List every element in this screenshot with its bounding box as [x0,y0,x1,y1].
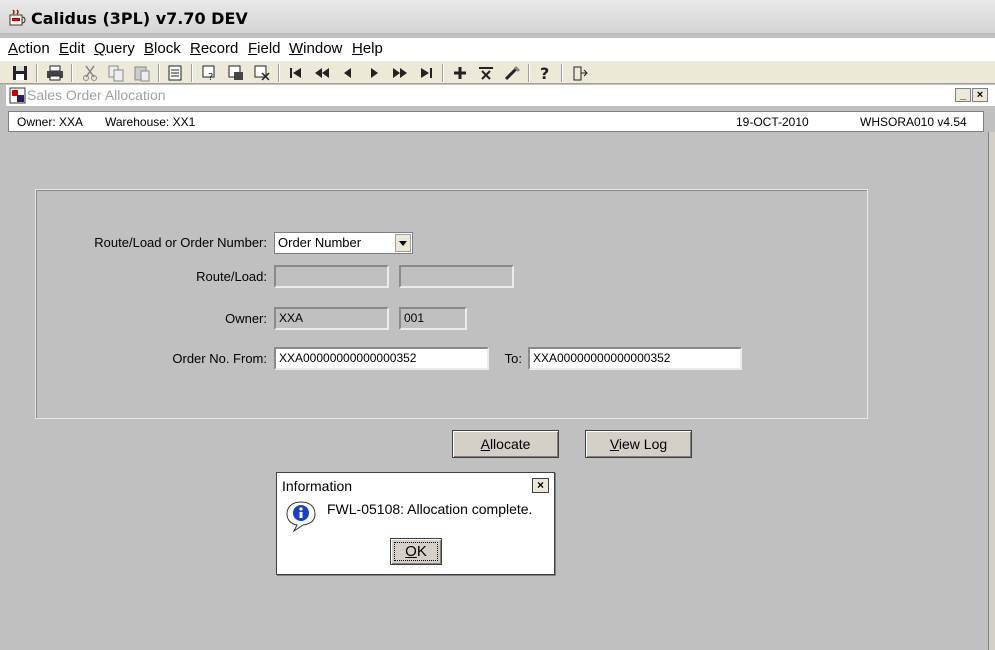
svg-text:?: ? [208,72,213,83]
previous-record-icon[interactable] [338,63,358,83]
chevron-down-icon[interactable] [395,234,411,252]
next-block-icon[interactable] [390,63,410,83]
minimize-button[interactable]: _ [955,88,971,102]
route-load-field-2[interactable] [399,265,514,288]
view-log-button[interactable]: View Log [585,430,692,458]
form-icon [9,87,26,104]
menu-action[interactable]: Action [8,40,50,57]
header-form-id: WHSORA010 v4.54 [860,115,967,129]
route-load-field[interactable] [274,265,389,288]
vertical-scrollbar[interactable] [988,132,995,650]
clear-record-icon[interactable] [502,63,522,83]
first-record-icon[interactable] [286,63,306,83]
ok-button[interactable]: OK [390,538,442,565]
paste-icon[interactable] [132,63,152,83]
svg-text:?: ? [540,64,549,83]
info-icon [285,500,317,533]
header-owner: Owner: XXA [17,115,84,129]
menu-bar: Action Edit Query Block Record Field Win… [0,38,995,60]
order-from-label: Order No. From: [172,351,267,366]
exit-icon[interactable] [570,63,590,83]
allocate-button[interactable]: Allocate [452,430,559,458]
app-icon [8,9,26,27]
menu-block[interactable]: Block [144,40,181,57]
dialog-title: Information [282,478,353,494]
owner-field[interactable]: XXA [274,307,389,330]
owner-label: Owner: [225,311,267,326]
query-execute-icon[interactable] [226,63,246,83]
copy-icon[interactable] [106,63,126,83]
last-record-icon[interactable] [416,63,436,83]
information-dialog: Information × FWL-05108: Allocation comp… [276,472,555,575]
form-window-titlebar: Sales Order Allocation _ × [6,85,995,106]
order-to-label: To: [504,351,522,366]
form-window-title: Sales Order Allocation [27,87,166,103]
save-icon[interactable] [10,63,30,83]
window-title: Calidus (3PL) v7.70 DEV [31,9,248,28]
route-or-order-select[interactable]: Order Number [274,232,413,254]
list-icon[interactable] [165,63,185,83]
route-or-order-value: Order Number [278,235,362,250]
cut-icon[interactable] [80,63,100,83]
query-enter-icon[interactable]: ? [200,63,220,83]
header-warehouse: Warehouse: XX1 [105,115,196,129]
menu-help[interactable]: Help [352,40,383,57]
menu-query[interactable]: Query [94,40,135,57]
print-icon[interactable] [45,63,65,83]
toolbar: ? ? [0,60,995,84]
dialog-close-button[interactable]: × [532,478,549,493]
header-info-strip: Owner: XXA Warehouse: XX1 19-OCT-2010 WH… [8,111,984,132]
query-cancel-icon[interactable] [252,63,272,83]
dialog-message: FWL-05108: Allocation complete. [327,501,533,517]
route-load-label: Route/Load: [196,269,267,284]
menu-edit[interactable]: Edit [59,40,85,57]
allocation-form-panel [35,189,868,419]
window-titlebar: Calidus (3PL) v7.70 DEV [0,0,995,34]
header-date: 19-OCT-2010 [736,115,809,129]
order-to-input[interactable]: XXA00000000000000352 [528,347,742,370]
menu-field[interactable]: Field [248,40,281,57]
previous-block-icon[interactable] [312,63,332,83]
order-from-input[interactable]: XXA00000000000000352 [274,347,489,370]
menu-record[interactable]: Record [190,40,238,57]
menu-window[interactable]: Window [289,40,342,57]
route-or-order-label: Route/Load or Order Number: [94,235,267,250]
form-close-button[interactable]: × [972,88,988,102]
insert-record-icon[interactable] [450,63,470,83]
delete-record-icon[interactable] [476,63,496,83]
owner-code-field[interactable]: 001 [399,307,467,330]
next-record-icon[interactable] [364,63,384,83]
help-icon[interactable]: ? [535,63,555,83]
